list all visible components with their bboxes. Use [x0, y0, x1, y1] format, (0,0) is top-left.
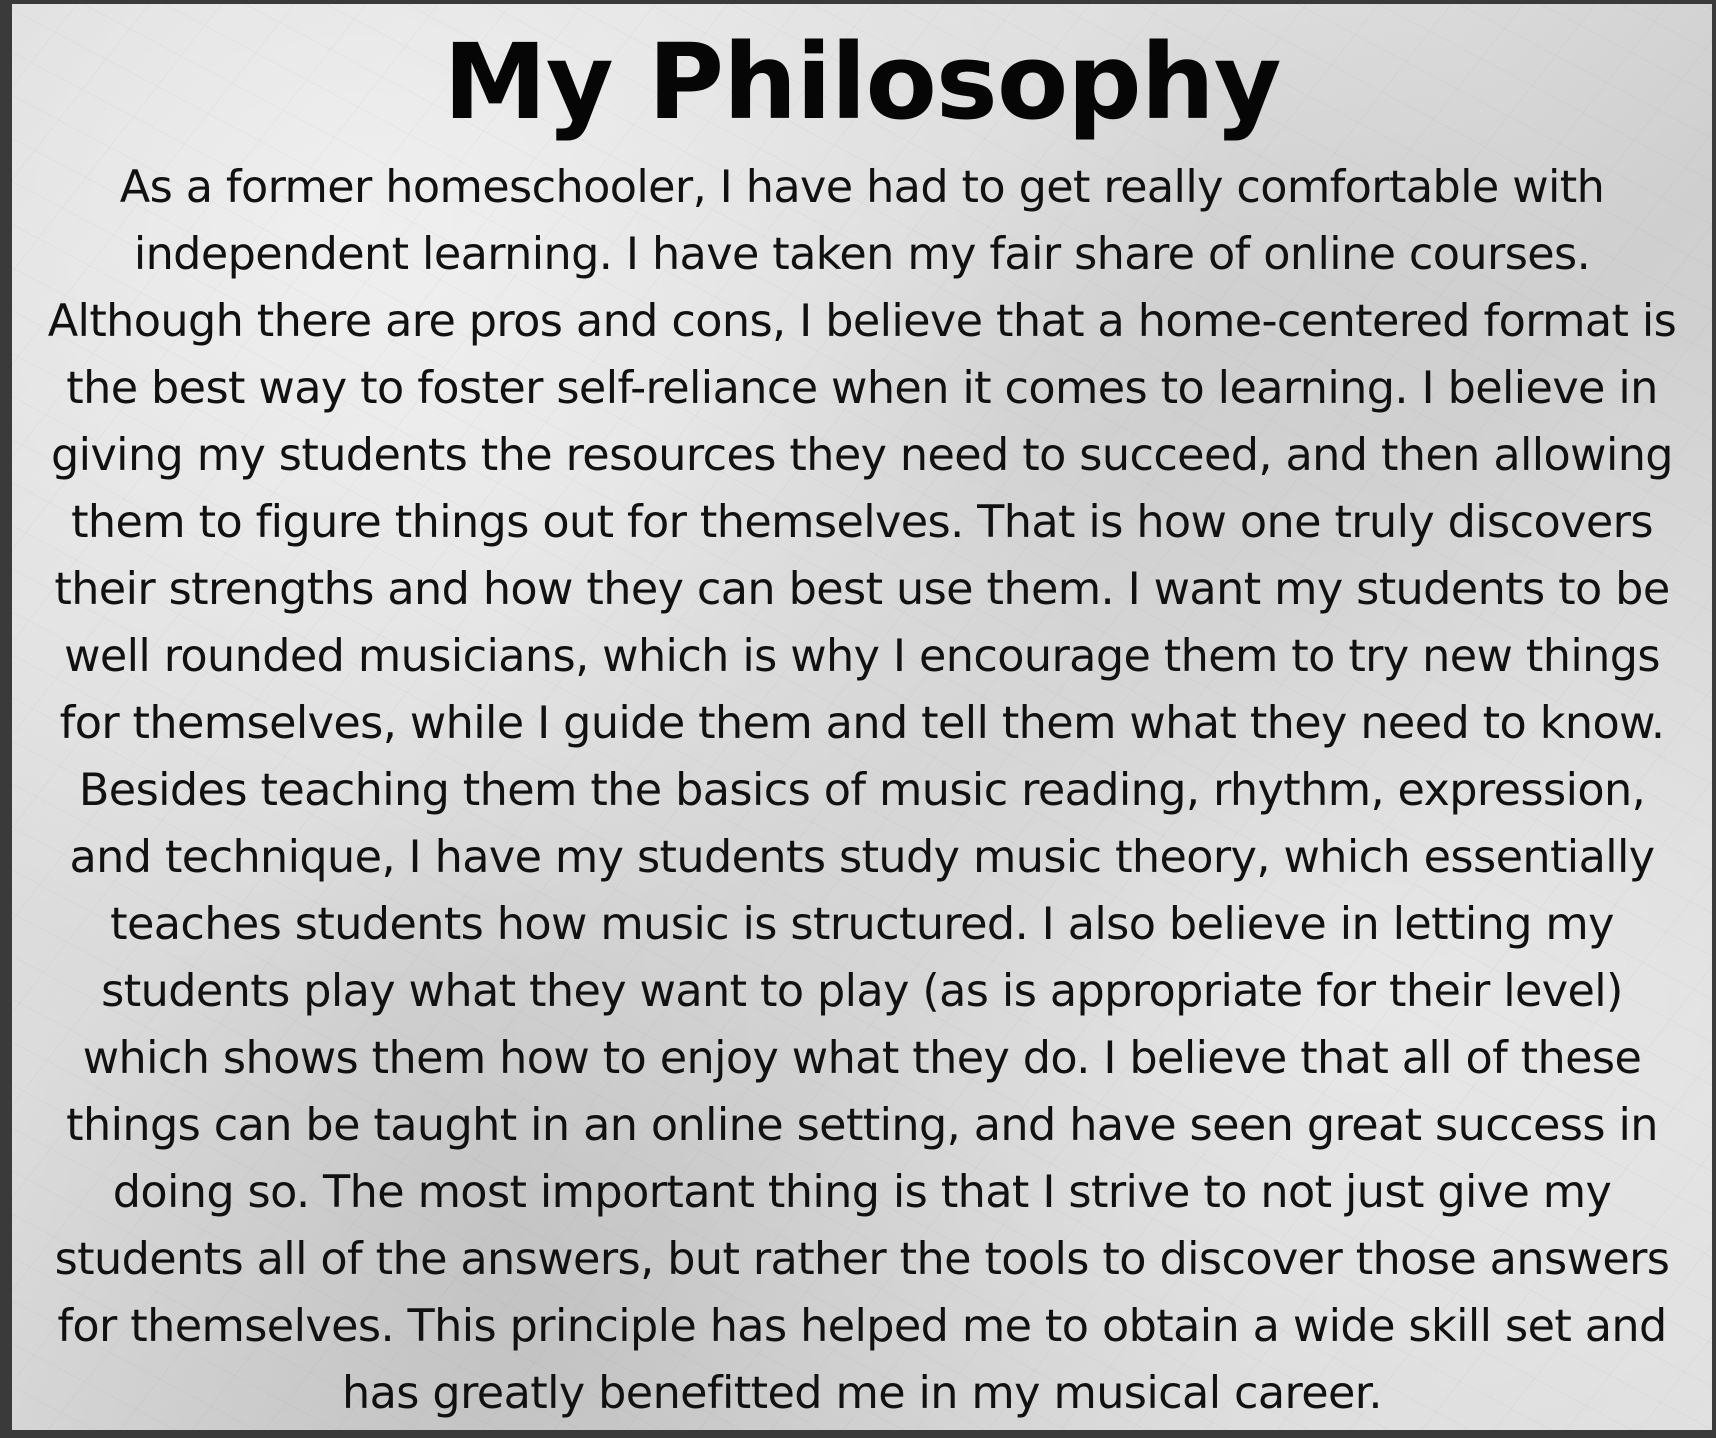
text-line: Besides teaching them the basics of musi… [78, 765, 1646, 816]
text-line: As a former homeschooler, I have had to … [119, 162, 1605, 213]
text-line: well rounded musicians, which is why I e… [64, 631, 1660, 682]
text-line: students play what they want to play (as… [101, 966, 1623, 1017]
text-line: Although there are pros and cons, I beli… [47, 296, 1677, 347]
text-line: teaches students how music is structured… [110, 899, 1614, 950]
text-line: and technique, I have my students study … [69, 832, 1655, 883]
text-line: which shows them how to enjoy what they … [82, 1033, 1642, 1084]
philosophy-text: As a former homeschooler, I have had to … [12, 154, 1712, 1427]
text-line: for themselves. This principle has helpe… [57, 1301, 1667, 1352]
text-line: for themselves, while I guide them and t… [59, 698, 1665, 749]
text-line: them to figure things out for themselves… [71, 497, 1653, 548]
text-line: giving my students the resources they ne… [51, 430, 1674, 481]
text-line: has greatly benefitted me in my musical … [342, 1368, 1383, 1419]
text-line: the best way to foster self-reliance whe… [66, 363, 1658, 414]
text-line: things can be taught in an online settin… [66, 1100, 1658, 1151]
page-title: My Philosophy [443, 21, 1281, 143]
text-line: independent learning. I have taken my fa… [133, 229, 1591, 280]
philosophy-card: My Philosophy As a former homeschooler, … [12, 4, 1712, 1430]
text-line: their strengths and how they can best us… [54, 564, 1670, 615]
text-line: students all of the answers, but rather … [54, 1234, 1670, 1285]
text-line: doing so. The most important thing is th… [112, 1167, 1612, 1218]
